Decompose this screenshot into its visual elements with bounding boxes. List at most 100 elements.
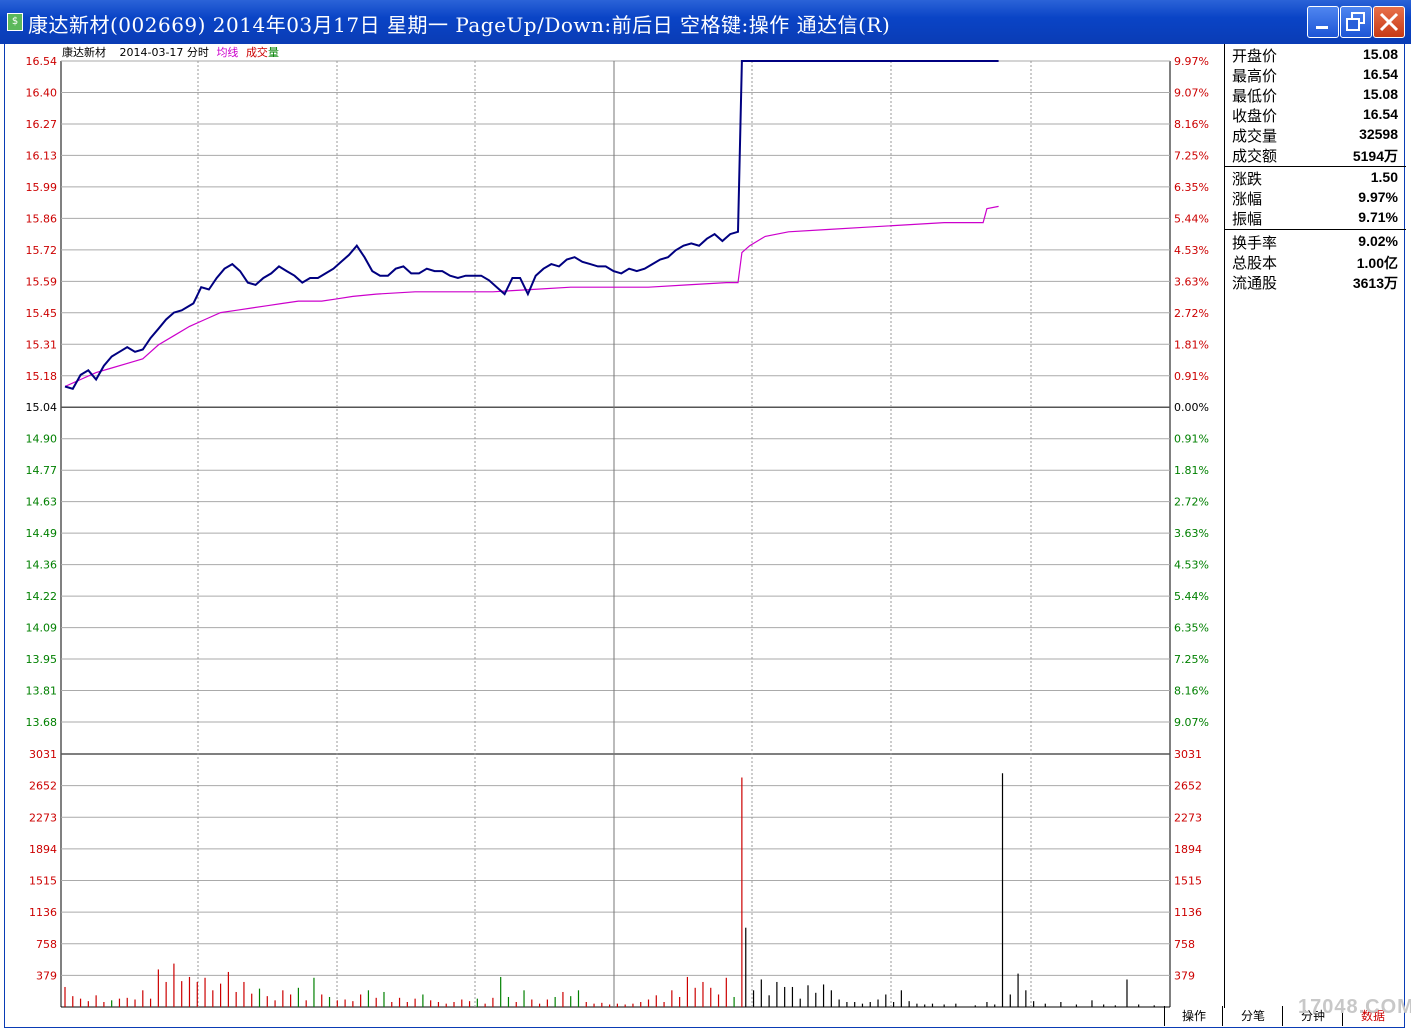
price-tick-label: 15.99 bbox=[26, 181, 58, 194]
price-tick-label: 16.27 bbox=[26, 118, 58, 131]
info-label: 最高价 bbox=[1232, 67, 1278, 85]
volume-tick-label-right: 1894 bbox=[1174, 843, 1202, 856]
price-tick-label: 14.49 bbox=[26, 527, 58, 540]
info-label: 振幅 bbox=[1232, 210, 1263, 228]
info-row: 流通股 3613万 bbox=[1232, 272, 1398, 292]
info-row: 成交量 32598 bbox=[1232, 125, 1398, 145]
volume-tick-label-right: 2652 bbox=[1174, 780, 1202, 793]
price-tick-label: 15.72 bbox=[26, 244, 58, 257]
volume-tick-label: 379 bbox=[36, 969, 57, 982]
price-tick-label: 16.40 bbox=[26, 86, 58, 99]
info-row: 涨跌 1.50 bbox=[1232, 168, 1398, 188]
pct-tick-label: 9.97% bbox=[1174, 55, 1209, 68]
pct-tick-label: 4.53% bbox=[1174, 559, 1209, 572]
info-label: 最低价 bbox=[1232, 87, 1278, 105]
info-row: 总股本 1.00亿 bbox=[1232, 252, 1398, 272]
info-value: 32598 bbox=[1359, 126, 1398, 142]
pct-tick-label: 3.63% bbox=[1174, 527, 1209, 540]
price-line bbox=[64, 60, 999, 390]
price-tick-label: 15.04 bbox=[26, 401, 58, 414]
pct-tick-label: 2.72% bbox=[1174, 307, 1209, 320]
watermark: 17048.COM bbox=[1298, 996, 1411, 1018]
price-tick-label: 13.68 bbox=[26, 716, 58, 729]
info-value: 15.08 bbox=[1362, 46, 1398, 62]
info-label: 涨跌 bbox=[1232, 170, 1263, 188]
info-label: 涨幅 bbox=[1232, 190, 1263, 208]
price-tick-label: 13.95 bbox=[26, 653, 58, 666]
info-row: 成交额 5194万 bbox=[1232, 145, 1398, 165]
info-row: 涨幅 9.97% bbox=[1232, 188, 1398, 208]
pct-tick-label: 6.35% bbox=[1174, 622, 1209, 635]
pct-tick-label: 4.53% bbox=[1174, 244, 1209, 257]
tab-ticks[interactable]: 分笔 bbox=[1222, 1006, 1283, 1026]
price-tick-label: 16.13 bbox=[26, 149, 58, 162]
info-label: 成交额 bbox=[1232, 147, 1278, 165]
pct-tick-label: 0.91% bbox=[1174, 433, 1209, 446]
price-tick-label: 14.63 bbox=[26, 496, 58, 509]
price-tick-label: 14.90 bbox=[26, 433, 58, 446]
volume-tick-label-right: 758 bbox=[1174, 938, 1195, 951]
info-value: 1.50 bbox=[1370, 169, 1398, 185]
pct-tick-label: 7.25% bbox=[1174, 653, 1209, 666]
volume-tick-label-right: 2273 bbox=[1174, 811, 1202, 824]
info-label: 换手率 bbox=[1232, 234, 1278, 252]
close-icon bbox=[1379, 12, 1399, 32]
volume-tick-label-right: 1515 bbox=[1174, 875, 1202, 888]
pct-tick-label: 1.81% bbox=[1174, 338, 1209, 351]
pct-tick-label: 3.63% bbox=[1174, 275, 1209, 288]
pct-tick-label: 5.44% bbox=[1174, 590, 1209, 603]
info-label: 总股本 bbox=[1232, 254, 1278, 272]
info-row: 振幅 9.71% bbox=[1232, 208, 1398, 228]
price-tick-label: 15.18 bbox=[26, 370, 58, 383]
info-label: 成交量 bbox=[1232, 127, 1278, 145]
avg-price-line bbox=[64, 205, 999, 388]
info-row: 最低价 15.08 bbox=[1232, 85, 1398, 105]
price-tick-label: 15.31 bbox=[26, 338, 58, 351]
pct-tick-label: 7.25% bbox=[1174, 149, 1209, 162]
price-tick-label: 14.22 bbox=[26, 590, 58, 603]
price-tick-label: 13.81 bbox=[26, 685, 58, 698]
minimize-button[interactable] bbox=[1307, 6, 1339, 38]
price-tick-label: 16.54 bbox=[26, 55, 58, 68]
pct-tick-label: 9.07% bbox=[1174, 716, 1209, 729]
pct-tick-label: 0.91% bbox=[1174, 370, 1209, 383]
info-value: 9.02% bbox=[1358, 233, 1398, 249]
volume-tick-label: 2273 bbox=[29, 811, 57, 824]
volume-tick-label-right: 1136 bbox=[1174, 906, 1202, 919]
restore-icon bbox=[1346, 12, 1365, 31]
price-tick-label: 14.09 bbox=[26, 622, 58, 635]
info-row: 收盘价 16.54 bbox=[1232, 105, 1398, 125]
pct-tick-label: 2.72% bbox=[1174, 496, 1209, 509]
price-tick-label: 15.86 bbox=[26, 212, 58, 225]
volume-tick-label-right: 379 bbox=[1174, 969, 1195, 982]
pct-tick-label: 6.35% bbox=[1174, 181, 1209, 194]
pct-tick-label: 0.00% bbox=[1174, 401, 1209, 414]
pct-tick-label: 5.44% bbox=[1174, 212, 1209, 225]
volume-tick-label: 758 bbox=[36, 938, 57, 951]
price-tick-label: 15.45 bbox=[26, 307, 58, 320]
volume-tick-label: 3031 bbox=[29, 748, 57, 761]
info-value: 9.97% bbox=[1358, 189, 1398, 205]
info-label: 流通股 bbox=[1232, 274, 1278, 292]
price-tick-label: 14.77 bbox=[26, 464, 58, 477]
info-label: 收盘价 bbox=[1232, 107, 1278, 125]
volume-tick-label: 1515 bbox=[29, 875, 57, 888]
info-value: 9.71% bbox=[1358, 209, 1398, 225]
pct-tick-label: 9.07% bbox=[1174, 86, 1209, 99]
pct-tick-label: 8.16% bbox=[1174, 118, 1209, 131]
restore-button[interactable] bbox=[1340, 6, 1372, 38]
info-value: 1.00亿 bbox=[1356, 255, 1398, 271]
info-value: 3613万 bbox=[1352, 275, 1398, 291]
minimize-icon bbox=[1316, 26, 1328, 29]
info-value: 15.08 bbox=[1362, 86, 1398, 102]
info-separator bbox=[1224, 229, 1406, 230]
info-value: 16.54 bbox=[1362, 66, 1398, 82]
close-button[interactable] bbox=[1373, 6, 1405, 38]
price-tick-label: 14.36 bbox=[26, 559, 58, 572]
tab-operate[interactable]: 操作 bbox=[1164, 1006, 1223, 1026]
volume-tick-label: 1894 bbox=[29, 843, 57, 856]
info-row: 换手率 9.02% bbox=[1232, 232, 1398, 252]
info-separator bbox=[1224, 166, 1406, 167]
intraday-chart[interactable]: 16.54 9.97% 16.40 9.07% 16.27 8.16% 16.13 7.25%… bbox=[0, 0, 1224, 1010]
pct-tick-label: 1.81% bbox=[1174, 464, 1209, 477]
